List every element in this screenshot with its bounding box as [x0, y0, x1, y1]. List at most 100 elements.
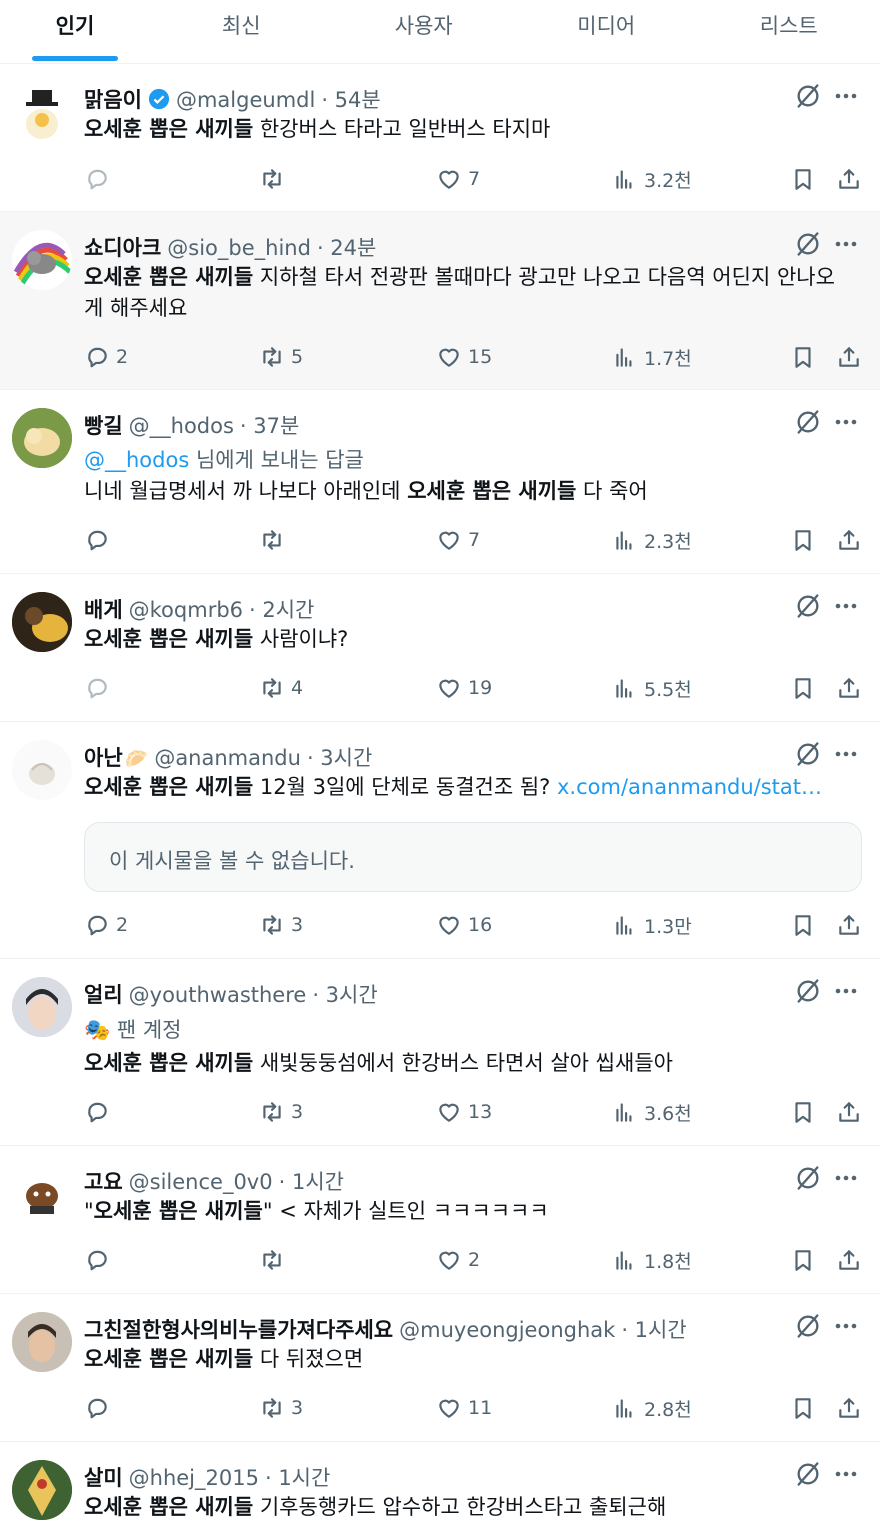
- share-button[interactable]: [836, 163, 862, 195]
- tweet-link[interactable]: x.com/ananmandu/stat…: [557, 775, 822, 799]
- bookmark-button[interactable]: [790, 672, 816, 704]
- bookmark-button[interactable]: [790, 524, 816, 556]
- tweet[interactable]: 그친절한형사의비누를가져다주세요 @muyeongjeonghak · 1시간 …: [0, 1294, 880, 1442]
- views-button[interactable]: 2.3천: [612, 524, 692, 556]
- more-options-icon[interactable]: [832, 1312, 860, 1340]
- like-button[interactable]: 19: [436, 672, 492, 704]
- display-name[interactable]: 고요: [84, 1166, 123, 1196]
- display-name[interactable]: 맑음이: [84, 84, 142, 114]
- reply-button[interactable]: 2: [84, 341, 128, 373]
- retweet-button[interactable]: 3: [259, 1392, 303, 1424]
- grok-icon[interactable]: [794, 740, 822, 768]
- timestamp[interactable]: · 1시간: [621, 1314, 686, 1344]
- share-button[interactable]: [836, 524, 862, 556]
- timestamp[interactable]: · 3시간: [307, 742, 372, 772]
- display-name[interactable]: 아난: [84, 742, 123, 772]
- like-button[interactable]: 7: [436, 163, 480, 195]
- like-button[interactable]: 15: [436, 341, 492, 373]
- tweet[interactable]: 살미 @hhej_2015 · 1시간 오세훈 뽑은 새끼들 기후동행카드 압수…: [0, 1442, 880, 1528]
- grok-icon[interactable]: [794, 82, 822, 110]
- like-button[interactable]: 11: [436, 1392, 492, 1424]
- more-options-icon[interactable]: [832, 408, 860, 436]
- tweet[interactable]: 아난 🥟 @ananmandu · 3시간 오세훈 뽑은 새끼들 12월 3일에…: [0, 722, 880, 959]
- tweet[interactable]: 맑음이 @malgeumdl · 54분 오세훈 뽑은 새끼들 한강버스 타라고…: [0, 64, 880, 212]
- timestamp[interactable]: · 37분: [240, 410, 299, 440]
- reply-button[interactable]: 2: [84, 909, 128, 941]
- share-button[interactable]: [836, 1392, 862, 1424]
- handle[interactable]: @sio_be_hind: [167, 236, 311, 260]
- more-options-icon[interactable]: [832, 592, 860, 620]
- handle[interactable]: @ananmandu: [154, 746, 301, 770]
- views-button[interactable]: 5.5천: [612, 672, 692, 704]
- avatar[interactable]: [12, 82, 72, 142]
- more-options-icon[interactable]: [832, 1164, 860, 1192]
- views-button[interactable]: 3.6천: [612, 1096, 692, 1128]
- share-button[interactable]: [836, 909, 862, 941]
- reply-to-handle[interactable]: @__hodos: [84, 448, 189, 472]
- handle[interactable]: @hhej_2015: [129, 1466, 259, 1490]
- reply-button[interactable]: [84, 1392, 116, 1424]
- handle[interactable]: @silence_0v0: [129, 1170, 273, 1194]
- tweet[interactable]: 빵길 @__hodos · 37분 @__hodos 님에게 보내는 답글 니네…: [0, 390, 880, 574]
- retweet-button[interactable]: 5: [259, 341, 303, 373]
- grok-icon[interactable]: [794, 408, 822, 436]
- handle[interactable]: @__hodos: [129, 414, 234, 438]
- grok-icon[interactable]: [794, 592, 822, 620]
- avatar[interactable]: [12, 230, 72, 290]
- views-button[interactable]: 3.2천: [612, 163, 692, 195]
- avatar[interactable]: [12, 408, 72, 468]
- views-button[interactable]: 2.8천: [612, 1392, 692, 1424]
- display-name[interactable]: 쇼디아크: [84, 232, 161, 262]
- reply-button[interactable]: [84, 524, 116, 556]
- more-options-icon[interactable]: [832, 82, 860, 110]
- bookmark-button[interactable]: [790, 1244, 816, 1276]
- bookmark-button[interactable]: [790, 1392, 816, 1424]
- retweet-button[interactable]: [259, 163, 291, 195]
- tab-media[interactable]: 미디어: [515, 0, 698, 63]
- display-name[interactable]: 얼리: [84, 979, 123, 1009]
- share-button[interactable]: [836, 1096, 862, 1128]
- tab-top[interactable]: 인기: [0, 0, 150, 63]
- retweet-button[interactable]: [259, 1244, 291, 1276]
- reply-button[interactable]: [84, 163, 116, 195]
- retweet-button[interactable]: 3: [259, 909, 303, 941]
- timestamp[interactable]: · 1시간: [265, 1462, 330, 1492]
- grok-icon[interactable]: [794, 977, 822, 1005]
- tab-latest[interactable]: 최신: [150, 0, 333, 63]
- bookmark-button[interactable]: [790, 341, 816, 373]
- timestamp[interactable]: · 3시간: [312, 979, 377, 1009]
- tab-people[interactable]: 사용자: [333, 0, 516, 63]
- retweet-button[interactable]: 4: [259, 672, 303, 704]
- tweet[interactable]: 쇼디아크 @sio_be_hind · 24분 오세훈 뽑은 새끼들 지하철 타…: [0, 212, 880, 390]
- like-button[interactable]: 13: [436, 1096, 492, 1128]
- reply-button[interactable]: [84, 1096, 116, 1128]
- timestamp[interactable]: · 54분: [321, 84, 380, 114]
- grok-icon[interactable]: [794, 230, 822, 258]
- timestamp[interactable]: · 1시간: [279, 1166, 344, 1196]
- more-options-icon[interactable]: [832, 740, 860, 768]
- bookmark-button[interactable]: [790, 909, 816, 941]
- reply-button[interactable]: [84, 1244, 116, 1276]
- avatar[interactable]: [12, 1164, 72, 1224]
- more-options-icon[interactable]: [832, 1460, 860, 1488]
- display-name[interactable]: 그친절한형사의비누를가져다주세요: [84, 1314, 393, 1344]
- avatar[interactable]: [12, 1312, 72, 1372]
- views-button[interactable]: 1.8천: [612, 1244, 692, 1276]
- like-button[interactable]: 16: [436, 909, 492, 941]
- grok-icon[interactable]: [794, 1460, 822, 1488]
- like-button[interactable]: 2: [436, 1244, 480, 1276]
- display-name[interactable]: 살미: [84, 1462, 123, 1492]
- tweet[interactable]: 배게 @koqmrb6 · 2시간 오세훈 뽑은 새끼들 사람이냐? 4 19 …: [0, 574, 880, 722]
- display-name[interactable]: 배게: [84, 594, 123, 624]
- bookmark-button[interactable]: [790, 1096, 816, 1128]
- avatar[interactable]: [12, 977, 72, 1037]
- like-button[interactable]: 7: [436, 524, 480, 556]
- views-button[interactable]: 1.3만: [612, 909, 692, 941]
- share-button[interactable]: [836, 672, 862, 704]
- avatar[interactable]: [12, 740, 72, 800]
- handle[interactable]: @muyeongjeonghak: [399, 1318, 615, 1342]
- timestamp[interactable]: · 2시간: [249, 594, 314, 624]
- more-options-icon[interactable]: [832, 230, 860, 258]
- retweet-button[interactable]: 3: [259, 1096, 303, 1128]
- tweet[interactable]: 고요 @silence_0v0 · 1시간 "오세훈 뽑은 새끼들" < 자체가…: [0, 1146, 880, 1294]
